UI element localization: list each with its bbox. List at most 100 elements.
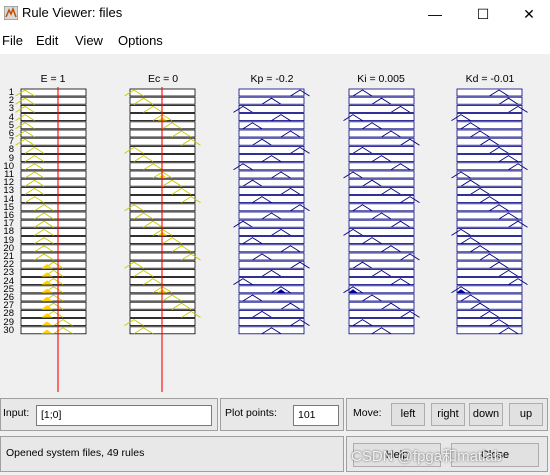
- rule-cell[interactable]: [456, 88, 523, 97]
- rule-cell[interactable]: [124, 88, 196, 97]
- rule-cell[interactable]: [348, 203, 415, 212]
- rule-cell[interactable]: [456, 211, 523, 220]
- rule-cell[interactable]: [238, 244, 305, 253]
- rule-cell[interactable]: [238, 211, 305, 220]
- rule-cell[interactable]: [456, 203, 523, 212]
- rule-cell[interactable]: [20, 244, 87, 253]
- rule-cell[interactable]: [20, 285, 87, 294]
- rule-cell[interactable]: [456, 146, 523, 154]
- rule-cell[interactable]: [456, 244, 523, 253]
- rule-cell[interactable]: [238, 154, 305, 162]
- rule-cell[interactable]: [348, 137, 420, 146]
- rule-cell[interactable]: [238, 326, 305, 335]
- rule-cell[interactable]: [456, 162, 528, 171]
- rule-cell[interactable]: [348, 236, 415, 245]
- rule-cell[interactable]: [456, 186, 523, 195]
- rule-cell[interactable]: [20, 268, 87, 277]
- rule-cell[interactable]: [348, 154, 415, 162]
- rule-cell[interactable]: [451, 170, 523, 179]
- rule-cell[interactable]: [15, 137, 87, 146]
- rule-cell[interactable]: [20, 227, 87, 236]
- rule-cell[interactable]: [456, 326, 523, 335]
- rule-cell[interactable]: [456, 318, 523, 327]
- rule-cell[interactable]: [343, 170, 415, 179]
- rule-cell[interactable]: [348, 277, 415, 286]
- move-left-button[interactable]: left: [391, 403, 425, 426]
- rule-cell[interactable]: [238, 195, 305, 204]
- rule-cell[interactable]: [20, 154, 87, 162]
- rule-cell[interactable]: [238, 227, 305, 236]
- rule-cell[interactable]: [15, 129, 87, 138]
- rule-cell[interactable]: [238, 146, 310, 154]
- rule-cell[interactable]: [15, 105, 87, 113]
- rule-cell[interactable]: [348, 88, 415, 97]
- menu-file[interactable]: File: [2, 33, 23, 48]
- rule-cell[interactable]: [238, 252, 305, 261]
- rule-cell[interactable]: [238, 178, 305, 187]
- rule-cell[interactable]: [348, 186, 415, 195]
- rule-cell[interactable]: [348, 293, 415, 302]
- rule-cell[interactable]: [20, 203, 87, 212]
- rule-cell[interactable]: [20, 277, 87, 286]
- rule-cell[interactable]: [456, 219, 528, 228]
- rule-cell[interactable]: [20, 301, 87, 310]
- rule-cell[interactable]: [129, 137, 201, 146]
- rule-cell[interactable]: [348, 211, 415, 220]
- rule-cell[interactable]: [348, 129, 415, 138]
- rule-cell[interactable]: [456, 195, 523, 204]
- rule-cell[interactable]: [20, 178, 87, 187]
- rule-cell[interactable]: [451, 113, 523, 121]
- rule-cell[interactable]: [348, 121, 415, 130]
- rule-cell[interactable]: [348, 195, 420, 204]
- rule-cell[interactable]: [20, 326, 87, 335]
- rule-cell[interactable]: [238, 318, 310, 327]
- rule-cell[interactable]: [20, 309, 87, 318]
- rule-cell[interactable]: [348, 260, 415, 269]
- rule-cell[interactable]: [348, 268, 415, 277]
- rule-cell[interactable]: [238, 203, 310, 212]
- rule-cell[interactable]: [456, 121, 523, 130]
- rule-cell[interactable]: [456, 129, 523, 138]
- rule-cell[interactable]: [456, 252, 523, 261]
- rule-cell[interactable]: [15, 96, 87, 105]
- plot-points-field[interactable]: 101: [293, 405, 339, 426]
- rule-cell[interactable]: [238, 260, 310, 269]
- rule-cell[interactable]: [348, 146, 415, 154]
- rule-cell[interactable]: [124, 146, 196, 154]
- rule-cell[interactable]: [451, 227, 523, 236]
- rule-cell[interactable]: [124, 260, 196, 269]
- rule-cell[interactable]: [238, 96, 305, 105]
- rule-cell[interactable]: [238, 236, 305, 245]
- rule-cell[interactable]: [348, 301, 415, 310]
- rule-cell[interactable]: [20, 162, 87, 171]
- rule-cell[interactable]: [20, 170, 87, 179]
- rule-plots[interactable]: [0, 54, 550, 392]
- rule-cell[interactable]: [238, 268, 305, 277]
- rule-cell[interactable]: [451, 285, 523, 294]
- rule-cell[interactable]: [129, 309, 201, 318]
- rule-cell[interactable]: [20, 211, 87, 220]
- rule-cell[interactable]: [238, 170, 305, 179]
- rule-cell[interactable]: [238, 293, 305, 302]
- rule-cell[interactable]: [456, 309, 523, 318]
- menu-view[interactable]: View: [75, 33, 103, 48]
- minimize-button[interactable]: —: [412, 0, 458, 28]
- rule-cell[interactable]: [343, 285, 415, 294]
- rule-cell[interactable]: [20, 146, 87, 154]
- rule-cell[interactable]: [233, 277, 305, 286]
- rule-cell[interactable]: [238, 129, 305, 138]
- rule-cell[interactable]: [20, 252, 87, 261]
- rule-cell[interactable]: [456, 260, 523, 269]
- rule-cell[interactable]: [238, 113, 305, 121]
- rule-cell[interactable]: [20, 260, 87, 269]
- rule-cell[interactable]: [15, 113, 87, 121]
- rule-cell[interactable]: [456, 105, 528, 113]
- rule-cell[interactable]: [20, 293, 87, 302]
- rule-cell[interactable]: [348, 309, 420, 318]
- rule-cell[interactable]: [456, 301, 523, 310]
- rule-cell[interactable]: [238, 309, 305, 318]
- rule-cell[interactable]: [348, 318, 415, 327]
- rule-cell[interactable]: [233, 105, 305, 113]
- rule-cell[interactable]: [124, 203, 196, 212]
- rule-cell[interactable]: [456, 293, 523, 302]
